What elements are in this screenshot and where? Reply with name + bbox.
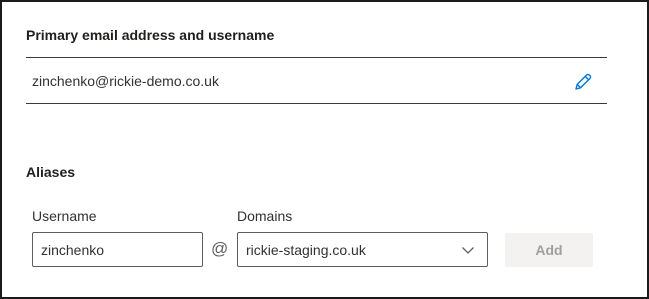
domains-label: Domains [237, 208, 293, 224]
domain-dropdown[interactable]: rickie-staging.co.uk [237, 232, 488, 267]
email-settings-panel: Primary email address and username zinch… [0, 0, 649, 299]
domain-selected-value: rickie-staging.co.uk [246, 241, 366, 258]
username-label: Username [32, 208, 97, 224]
aliases-heading: Aliases [26, 164, 76, 180]
edit-primary-email-button[interactable] [572, 71, 594, 93]
at-sign: @ [211, 239, 229, 258]
chevron-down-icon [461, 243, 475, 257]
primary-email-value: zinchenko@rickie-demo.co.uk [32, 73, 219, 89]
alias-username-input[interactable] [32, 232, 203, 267]
primary-top-divider [26, 57, 607, 58]
primary-email-heading: Primary email address and username [26, 27, 275, 43]
primary-bottom-divider [26, 103, 607, 104]
add-alias-button[interactable]: Add [505, 233, 593, 267]
pencil-icon [575, 73, 592, 90]
